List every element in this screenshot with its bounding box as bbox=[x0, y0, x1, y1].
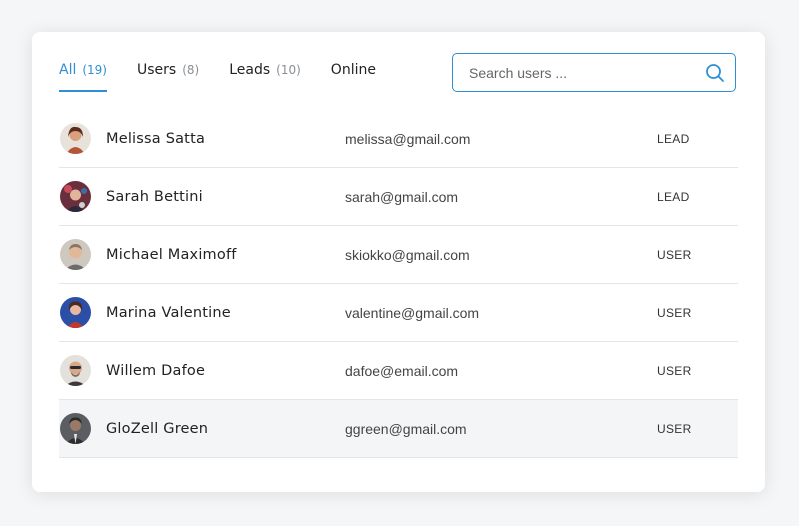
avatar bbox=[60, 239, 91, 270]
user-name: Willem Dafoe bbox=[106, 362, 206, 379]
tab-label: Online bbox=[330, 62, 376, 78]
user-role: USER bbox=[657, 247, 692, 262]
table-row[interactable]: Marina Valentine valentine@gmail.com USE… bbox=[59, 284, 738, 342]
user-name: GloZell Green bbox=[106, 420, 209, 437]
tab-leads[interactable]: Leads (10) bbox=[229, 62, 301, 92]
user-role: LEAD bbox=[657, 189, 690, 204]
user-email: dafoe@email.com bbox=[345, 362, 459, 379]
user-email: ggreen@gmail.com bbox=[345, 420, 467, 437]
avatar bbox=[60, 297, 91, 328]
tab-count: (10) bbox=[276, 63, 301, 77]
user-email: melissa@gmail.com bbox=[345, 130, 471, 147]
search-box bbox=[452, 53, 736, 92]
table-row[interactable]: Sarah Bettini sarah@gmail.com LEAD bbox=[59, 168, 738, 226]
user-email: valentine@gmail.com bbox=[345, 304, 480, 321]
user-role: USER bbox=[657, 363, 692, 378]
user-role: USER bbox=[657, 305, 692, 320]
search-icon[interactable] bbox=[705, 63, 725, 83]
search-input[interactable] bbox=[467, 63, 705, 82]
tab-all[interactable]: All (19) bbox=[59, 62, 107, 92]
tab-online[interactable]: Online bbox=[331, 62, 376, 92]
table-row[interactable]: Melissa Satta melissa@gmail.com LEAD bbox=[59, 110, 738, 168]
user-role: LEAD bbox=[657, 131, 690, 146]
avatar bbox=[60, 123, 91, 154]
avatar bbox=[60, 181, 91, 212]
user-role: USER bbox=[657, 421, 692, 436]
user-email: sarah@gmail.com bbox=[345, 188, 459, 205]
user-name: Michael Maximoff bbox=[106, 246, 237, 263]
table-row[interactable]: Willem Dafoe dafoe@email.com USER bbox=[59, 342, 738, 400]
tab-count: (8) bbox=[182, 63, 200, 77]
avatar bbox=[60, 413, 91, 444]
tab-label: Users bbox=[137, 62, 177, 78]
tab-label: All bbox=[59, 62, 77, 78]
tab-users[interactable]: Users (8) bbox=[137, 62, 199, 92]
table-row[interactable]: Michael Maximoff skiokko@gmail.com USER bbox=[59, 226, 738, 284]
avatar bbox=[60, 355, 91, 386]
tab-label: Leads bbox=[229, 62, 271, 78]
table-row[interactable]: GloZell Green ggreen@gmail.com USER bbox=[59, 400, 738, 458]
user-name: Marina Valentine bbox=[106, 304, 231, 321]
filter-tabs: All (19) Users (8) Leads (10) Online bbox=[59, 62, 406, 92]
tab-count: (19) bbox=[82, 63, 107, 77]
users-card: All (19) Users (8) Leads (10) Online Sea… bbox=[32, 32, 765, 492]
user-list: Melissa Satta melissa@gmail.com LEAD Sar… bbox=[59, 110, 738, 458]
user-name: Sarah Bettini bbox=[106, 188, 203, 205]
user-email: skiokko@gmail.com bbox=[345, 246, 470, 263]
user-name: Melissa Satta bbox=[106, 130, 206, 147]
